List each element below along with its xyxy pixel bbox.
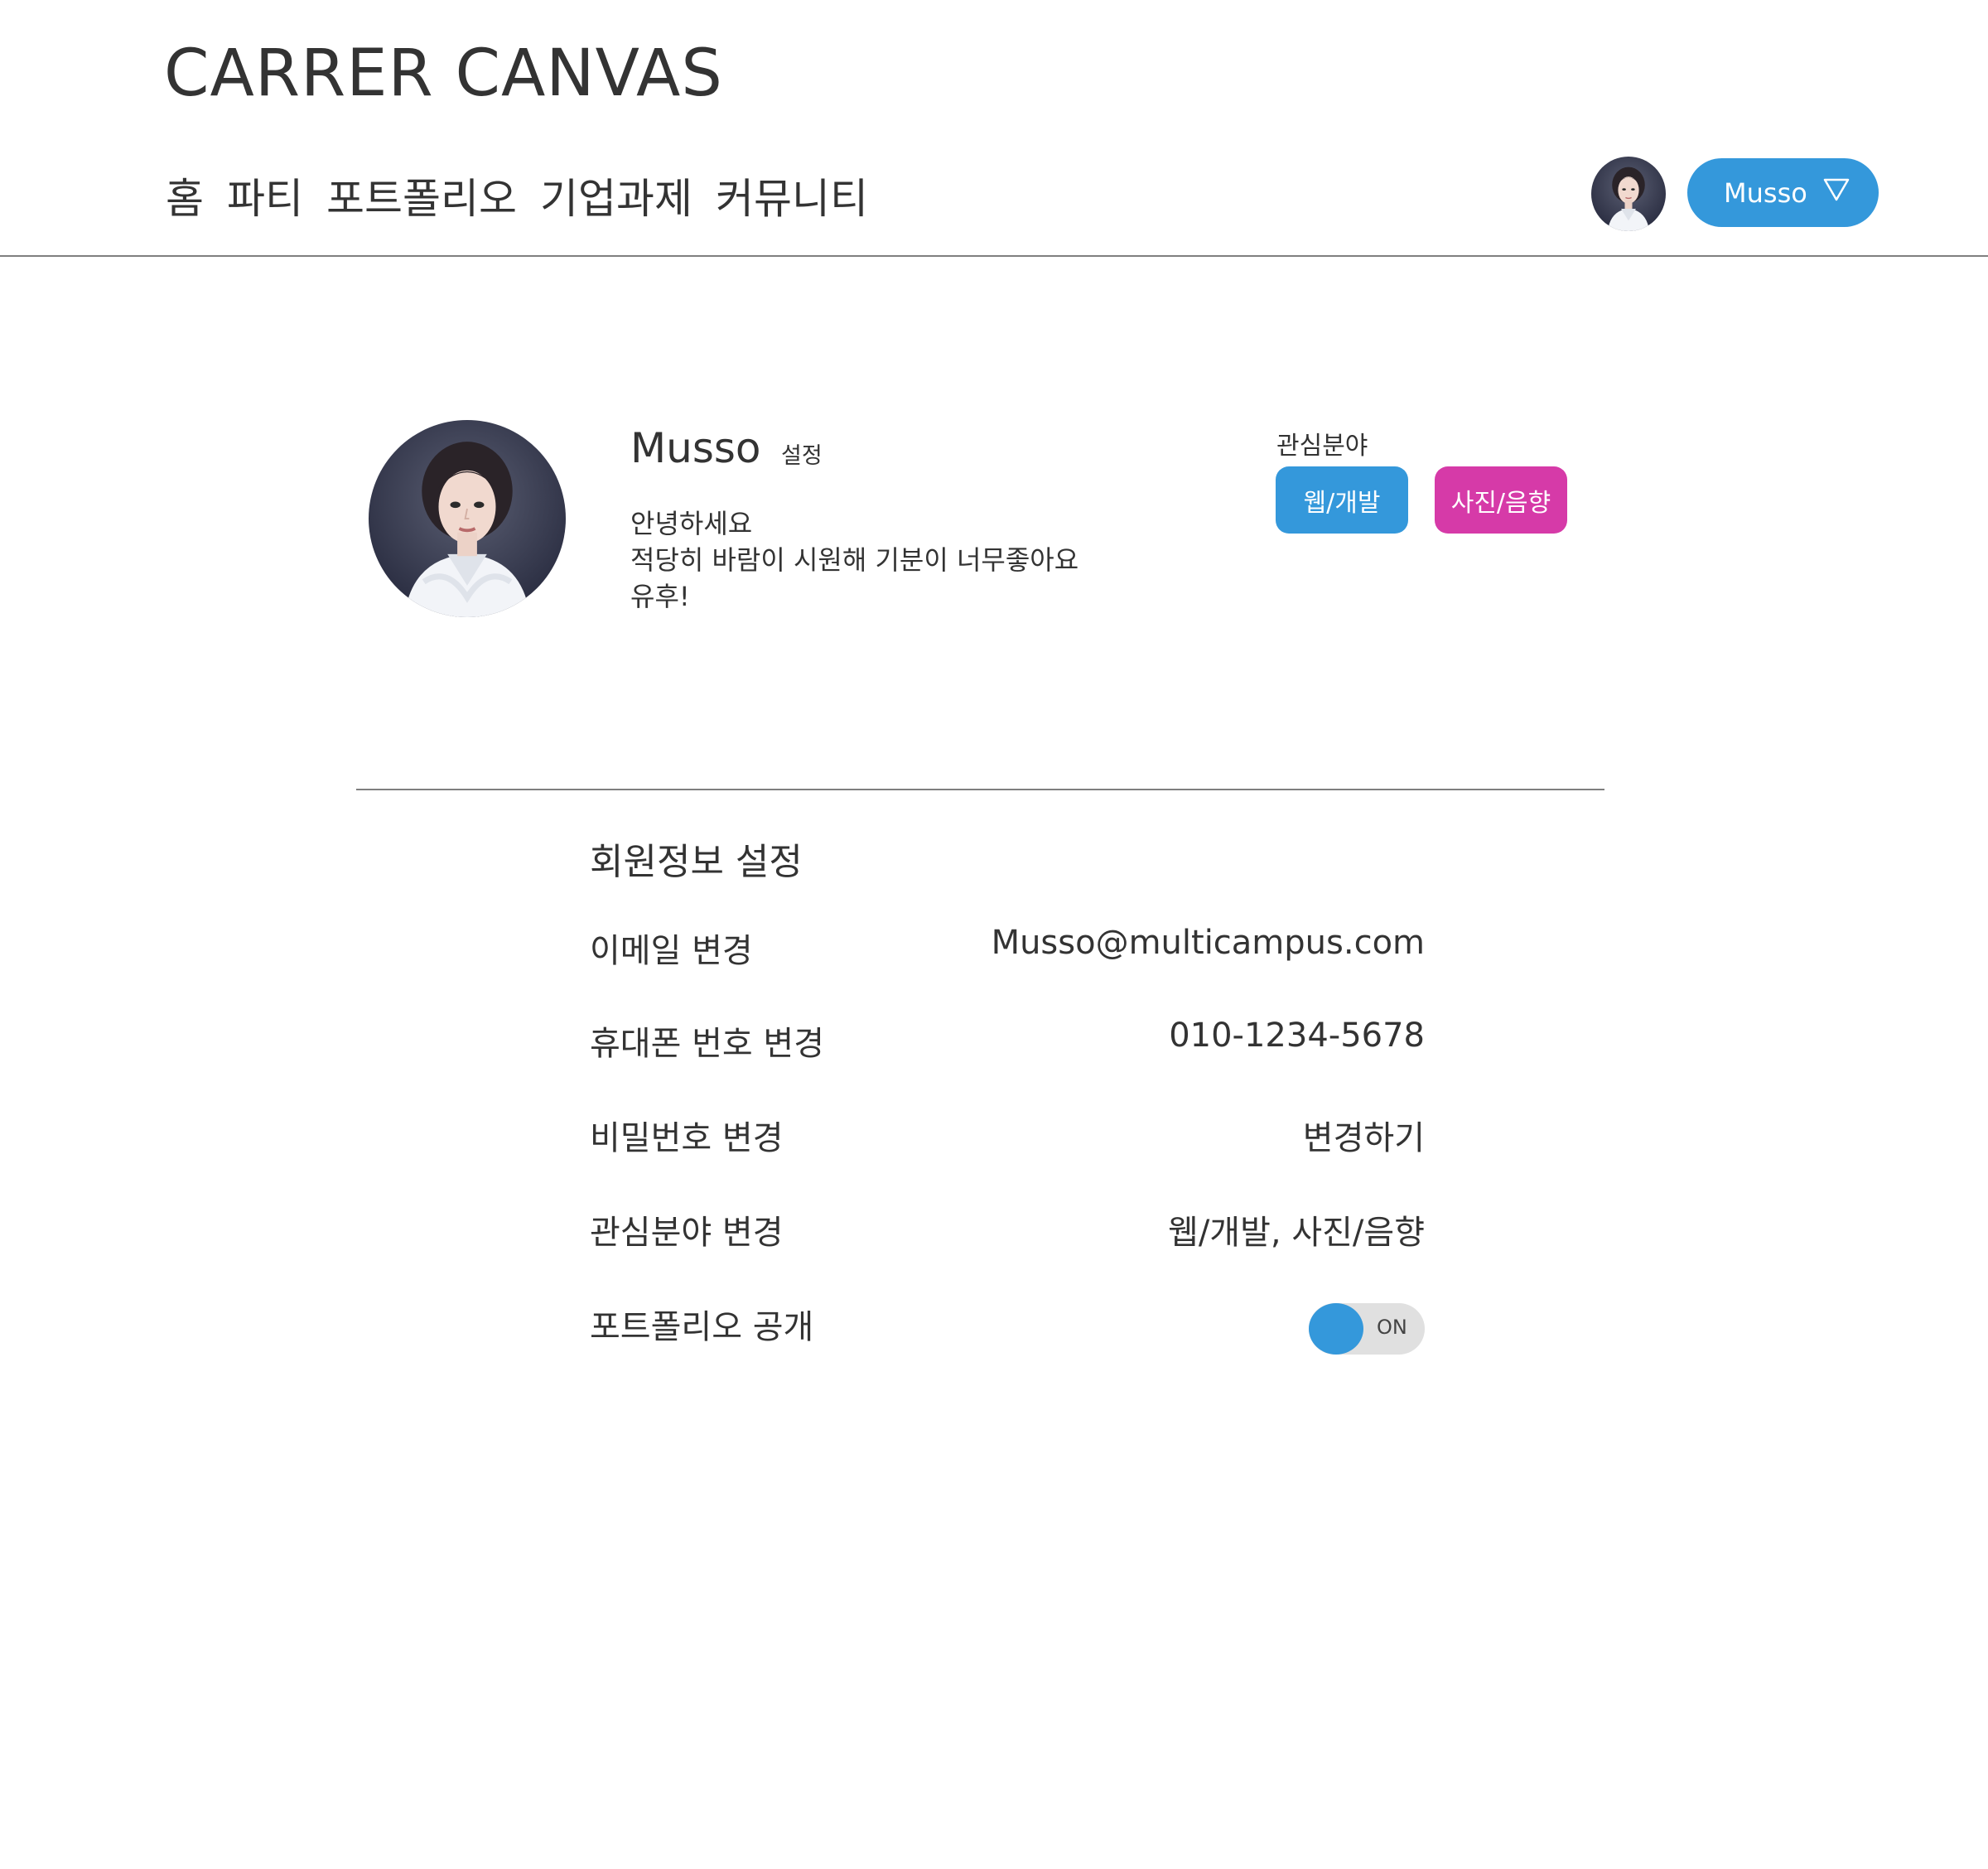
interest-tag-web-dev[interactable]: 웹/개발 — [1276, 466, 1408, 534]
main-nav: 홈 파티 포트폴리오 기업과제 커뮤니티 — [166, 166, 868, 225]
setting-row-email: 이메일 변경 Musso@multicampus.com — [590, 924, 1425, 973]
setting-row-phone: 휴대폰 번호 변경 010-1234-5678 — [590, 1017, 1425, 1066]
header-divider — [0, 255, 1988, 257]
user-photo-icon — [369, 420, 566, 617]
phone-value[interactable]: 010-1234-5678 — [1169, 1017, 1425, 1055]
header-avatar[interactable] — [1591, 157, 1666, 231]
profile-settings-link[interactable]: 설정 — [781, 437, 823, 470]
bio-line: 유후! — [630, 581, 690, 612]
setting-label: 휴대폰 번호 변경 — [590, 1025, 825, 1063]
bio-line: 적당히 바람이 시원해 기분이 너무좋아요 — [630, 544, 1079, 576]
email-value[interactable]: Musso@multicampus.com — [992, 924, 1425, 962]
interest-tag-photo-sound[interactable]: 사진/음향 — [1435, 466, 1567, 534]
profile-name: Musso — [630, 424, 761, 472]
nav-item-corporate-tasks[interactable]: 기업과제 — [540, 166, 692, 225]
nav-item-community[interactable]: 커뮤니티 — [716, 166, 868, 225]
user-photo-icon — [1591, 157, 1666, 231]
nav-item-home[interactable]: 홈 — [166, 166, 204, 225]
nav-item-party[interactable]: 파티 — [227, 166, 303, 225]
setting-row-password: 비밀번호 변경 변경하기 — [590, 1111, 1425, 1161]
interest-title: 관심분야 — [1276, 432, 1368, 461]
toggle-label: ON — [1377, 1316, 1407, 1339]
setting-label: 포트폴리오 공개 — [590, 1308, 814, 1346]
bio-line: 안녕하세요 — [630, 508, 753, 539]
portfolio-public-toggle[interactable]: ON — [1309, 1303, 1425, 1355]
user-menu-label: Musso — [1724, 176, 1807, 209]
change-password-link[interactable]: 변경하기 — [1303, 1111, 1425, 1159]
profile-avatar — [369, 420, 566, 617]
setting-label: 이메일 변경 — [590, 932, 753, 970]
setting-row-interests: 관심분야 변경 웹/개발, 사진/음향 — [590, 1205, 1425, 1255]
setting-label: 비밀번호 변경 — [590, 1119, 784, 1157]
profile-bio: 안녕하세요 적당히 바람이 시원해 기분이 너무좋아요 유후! — [630, 505, 1078, 615]
user-menu-button[interactable]: Musso — [1687, 158, 1879, 227]
triangle-down-outline-icon — [1823, 178, 1850, 201]
interests-value[interactable]: 웹/개발, 사진/음향 — [1168, 1205, 1425, 1253]
setting-row-portfolio-public: 포트폴리오 공개 ON — [590, 1300, 1425, 1355]
section-divider — [356, 789, 1604, 790]
app-logo[interactable]: CARRER CANVAS — [164, 36, 723, 111]
toggle-knob — [1309, 1303, 1363, 1355]
setting-label: 관심분야 변경 — [590, 1214, 784, 1252]
settings-title: 회원정보 설정 — [590, 841, 803, 883]
nav-item-portfolio[interactable]: 포트폴리오 — [326, 166, 517, 225]
